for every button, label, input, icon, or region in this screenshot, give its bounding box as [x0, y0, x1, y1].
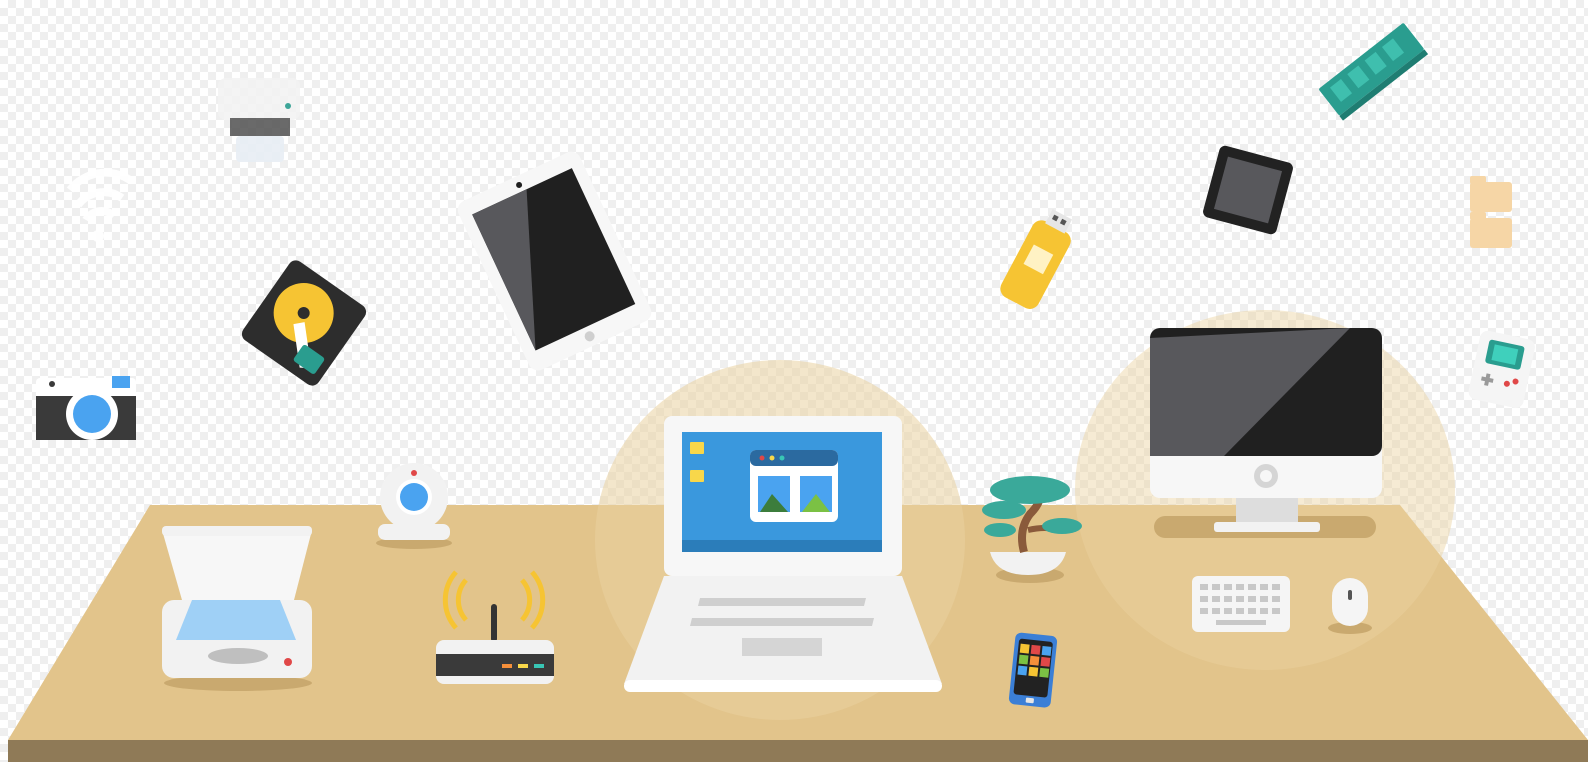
camera-icon: [36, 376, 136, 440]
wifi-icon: [66, 168, 133, 242]
tablet-icon: [457, 151, 652, 371]
webcam-icon: [376, 463, 452, 549]
folders-icon: [1470, 176, 1512, 248]
game-console-icon: [1468, 330, 1535, 408]
printer-icon: [218, 78, 300, 162]
smartphone-icon: [1008, 632, 1058, 708]
cpu-chip-icon: [1203, 145, 1293, 235]
ram-stick-icon: [1319, 23, 1429, 121]
keyboard-icon: [1192, 576, 1290, 632]
hard-drive-icon: [241, 260, 367, 386]
scanner-icon: [162, 526, 312, 691]
laptop-icon: [624, 416, 942, 692]
usb-drive-icon: [1000, 209, 1073, 309]
devices-desk-illustration: [8, 23, 1588, 762]
